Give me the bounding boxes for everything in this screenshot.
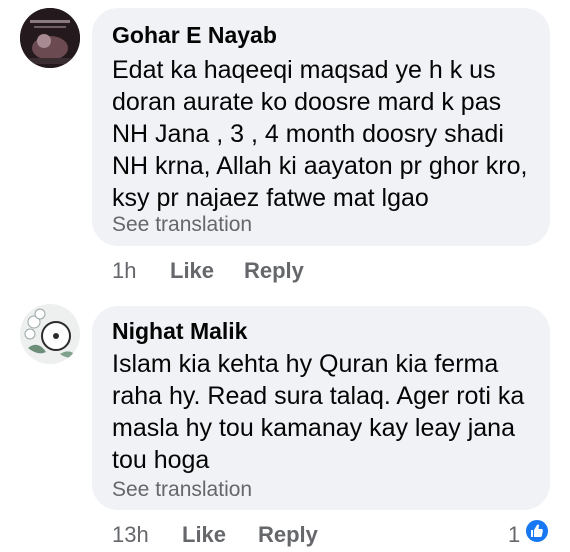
see-translation-link[interactable]: See translation <box>112 478 252 502</box>
profile-photo-dark-icon <box>20 8 80 68</box>
reply-button[interactable]: Reply <box>258 522 318 548</box>
reply-button[interactable]: Reply <box>244 258 304 284</box>
thumbs-up-icon[interactable] <box>524 518 550 544</box>
comment-author[interactable]: Gohar E Nayab <box>112 22 277 49</box>
comment-author[interactable]: Nighat Malik <box>112 318 247 345</box>
comment: Gohar E Nayab Edat ka haqeeqi maqsad ye … <box>0 0 570 290</box>
see-translation-link[interactable]: See translation <box>112 213 252 237</box>
comment: Nighat Malik Islam kia kehta hy Quran ki… <box>0 300 570 548</box>
thumbs-up-glyph-icon <box>531 524 543 537</box>
comment-text: Islam kia kehta hy Quran kia ferma raha … <box>112 350 525 474</box>
reaction-count[interactable]: 1 <box>508 522 520 548</box>
comment-text: Edat ka haqeeqi maqsad ye h k us doran a… <box>112 56 528 212</box>
comment-timestamp[interactable]: 13h <box>112 522 149 548</box>
comment-timestamp[interactable]: 1h <box>112 258 136 284</box>
comment-actions: 1h Like Reply <box>0 258 570 288</box>
comment-bubble: Nighat Malik Islam kia kehta hy Quran ki… <box>92 306 550 510</box>
comment-bubble: Gohar E Nayab Edat ka haqeeqi maqsad ye … <box>92 8 550 246</box>
like-button[interactable]: Like <box>170 258 214 284</box>
like-button[interactable]: Like <box>182 522 226 548</box>
avatar[interactable] <box>20 304 80 364</box>
profile-photo-floral-icon <box>20 304 80 364</box>
avatar[interactable] <box>20 8 80 68</box>
